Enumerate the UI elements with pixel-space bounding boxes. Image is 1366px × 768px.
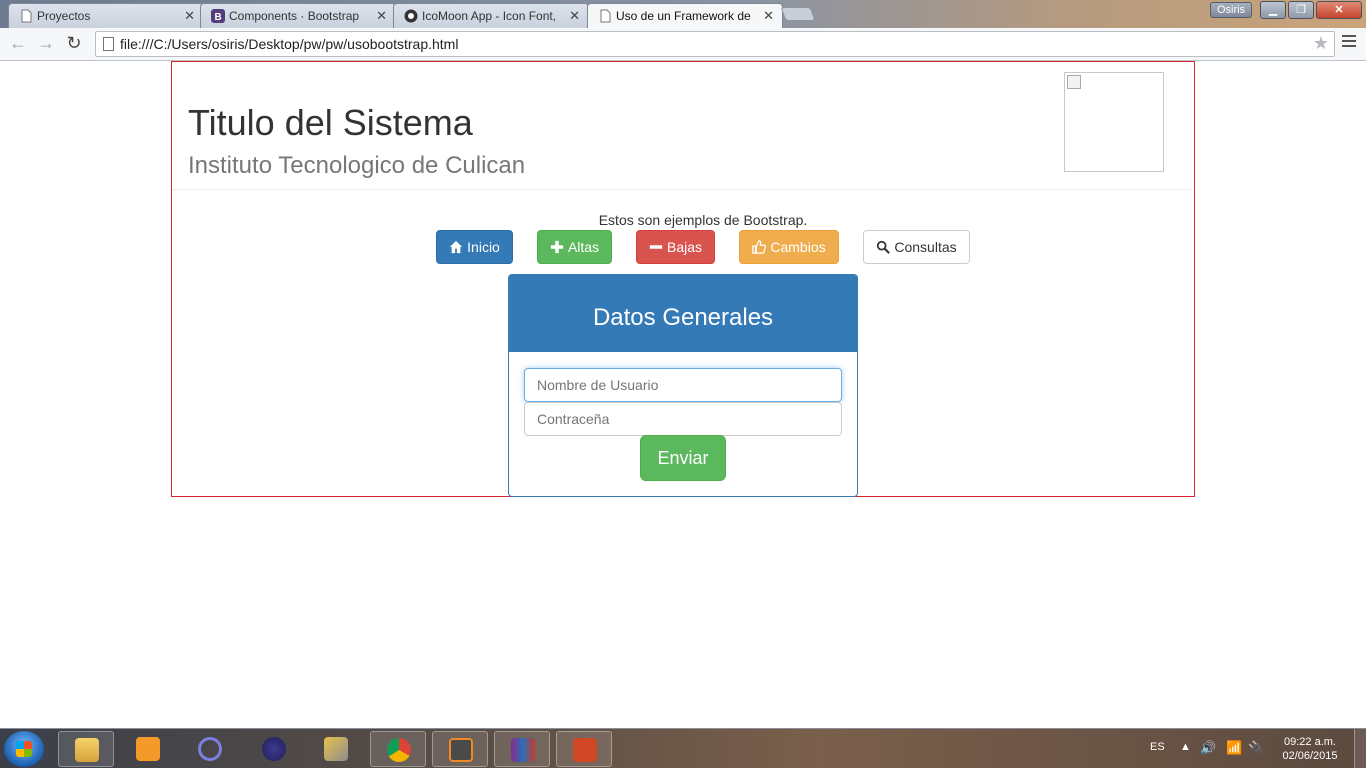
tab-title: Uso de un Framework de [616, 9, 751, 23]
page-title: Titulo del Sistema [188, 102, 473, 143]
chrome-icon [387, 738, 411, 762]
altas-label: Altas [567, 239, 600, 255]
browser-toolbar: ← → ↻ file:///C:/Users/osiris/Desktop/pw… [0, 28, 1366, 61]
page-subtitle: Instituto Tecnologico de Culican [188, 152, 526, 179]
language-indicator[interactable]: ES [1150, 741, 1165, 753]
icomoon-icon [404, 9, 418, 23]
bookmark-star-icon[interactable]: ★ [1313, 33, 1329, 54]
tab-title: Proyectos [37, 9, 91, 23]
tab-proyectos[interactable]: Proyectos ✕ [8, 3, 204, 28]
address-text: file:///C:/Users/osiris/Desktop/pw/pw/us… [120, 36, 459, 52]
windows-taskbar: ES ▲ 🔊 📶 🔌 09:22 a.m. 02/06/2015 [0, 728, 1366, 768]
page-header: Titulo del Sistema Instituto Tecnologico… [172, 62, 1194, 190]
network-icon[interactable]: 📶 [1226, 740, 1242, 756]
folder-icon [75, 738, 99, 762]
inicio-button[interactable]: Inicio [436, 230, 513, 264]
address-bar[interactable]: file:///C:/Users/osiris/Desktop/pw/pw/us… [95, 31, 1335, 57]
clock-time: 09:22 a.m. [1284, 736, 1336, 748]
tray-expand-icon[interactable]: ▲ [1180, 741, 1191, 753]
restore-button[interactable]: ❐ [1288, 1, 1314, 19]
enviar-button[interactable]: Enviar [640, 435, 726, 481]
forward-arrow-icon[interactable]: → [36, 33, 56, 54]
password-input[interactable] [524, 402, 842, 436]
tools-icon [324, 737, 348, 761]
plus-icon [550, 240, 564, 254]
page-container: Titulo del Sistema Instituto Tecnologico… [171, 61, 1195, 497]
new-tab-button[interactable] [780, 7, 816, 21]
cambios-button[interactable]: Cambios [739, 230, 839, 264]
thumbs-up-icon [752, 240, 767, 254]
tools-task[interactable] [308, 731, 364, 767]
powerpoint-icon [573, 738, 597, 762]
windows-logo-icon [16, 741, 32, 757]
start-button[interactable] [4, 731, 44, 767]
tab-uso-framework[interactable]: Uso de un Framework de ✕ [587, 3, 783, 29]
power-icon[interactable]: 🔌 [1248, 740, 1264, 756]
eclipse-icon [262, 737, 286, 761]
bootstrap-icon: B [211, 9, 225, 23]
window-close-button[interactable]: ✕ [1316, 1, 1362, 19]
tab-bootstrap-components[interactable]: B Components · Bootstrap ✕ [200, 3, 396, 28]
page-icon [600, 9, 611, 23]
search-icon [877, 240, 891, 254]
broken-image-icon [1067, 75, 1081, 89]
back-arrow-icon[interactable]: ← [8, 33, 28, 54]
tab-icomoon[interactable]: IcoMoon App - Icon Font, ✕ [393, 3, 589, 28]
bajas-button[interactable]: Bajas [636, 230, 715, 264]
svg-text:B: B [215, 12, 222, 23]
winrar-icon [511, 738, 535, 762]
datos-generales-panel: Datos Generales Enviar [508, 274, 858, 497]
logo-image [1064, 72, 1164, 172]
media-player-icon [136, 737, 160, 761]
altas-button[interactable]: Altas [537, 230, 612, 264]
menu-icon[interactable] [1342, 35, 1356, 50]
show-desktop-button[interactable] [1354, 729, 1366, 768]
visual-studio-task[interactable] [182, 731, 238, 767]
sublime-text-task[interactable] [432, 731, 488, 767]
tab-title: Components · Bootstrap [229, 9, 360, 23]
page-icon [21, 9, 32, 23]
close-icon[interactable]: ✕ [763, 8, 774, 24]
minimize-button[interactable]: ▁ [1260, 1, 1286, 19]
system-clock[interactable]: 09:22 a.m. 02/06/2015 [1270, 735, 1350, 763]
chrome-task[interactable] [370, 731, 426, 767]
bajas-label: Bajas [666, 239, 703, 255]
sublime-icon [449, 738, 473, 762]
username-input[interactable] [524, 368, 842, 402]
powerpoint-task[interactable] [556, 731, 612, 767]
close-icon[interactable]: ✕ [569, 8, 580, 24]
browser-titlebar: Proyectos ✕ B Components · Bootstrap ✕ I… [0, 0, 1366, 29]
file-explorer-task[interactable] [58, 731, 114, 767]
reload-icon[interactable]: ↻ [64, 33, 84, 54]
infinity-icon [198, 737, 222, 761]
close-icon[interactable]: ✕ [376, 8, 387, 24]
home-icon [450, 240, 463, 254]
minus-icon [649, 245, 663, 249]
panel-heading: Datos Generales [509, 275, 857, 352]
clock-date: 02/06/2015 [1282, 750, 1338, 762]
user-badge[interactable]: Osiris [1210, 2, 1252, 18]
inicio-label: Inicio [467, 239, 500, 255]
tab-title: IcoMoon App - Icon Font, [422, 9, 557, 23]
eclipse-task[interactable] [246, 731, 302, 767]
consultas-button[interactable]: Consultas [863, 230, 970, 264]
cambios-label: Cambios [770, 239, 826, 255]
volume-icon[interactable]: 🔊 [1200, 740, 1216, 756]
intro-text: Estos son ejemplos de Bootstrap. [598, 212, 808, 228]
media-player-task[interactable] [120, 731, 176, 767]
page-icon [103, 37, 114, 51]
winrar-task[interactable] [494, 731, 550, 767]
close-icon[interactable]: ✕ [184, 8, 195, 24]
consultas-label: Consultas [894, 239, 957, 255]
